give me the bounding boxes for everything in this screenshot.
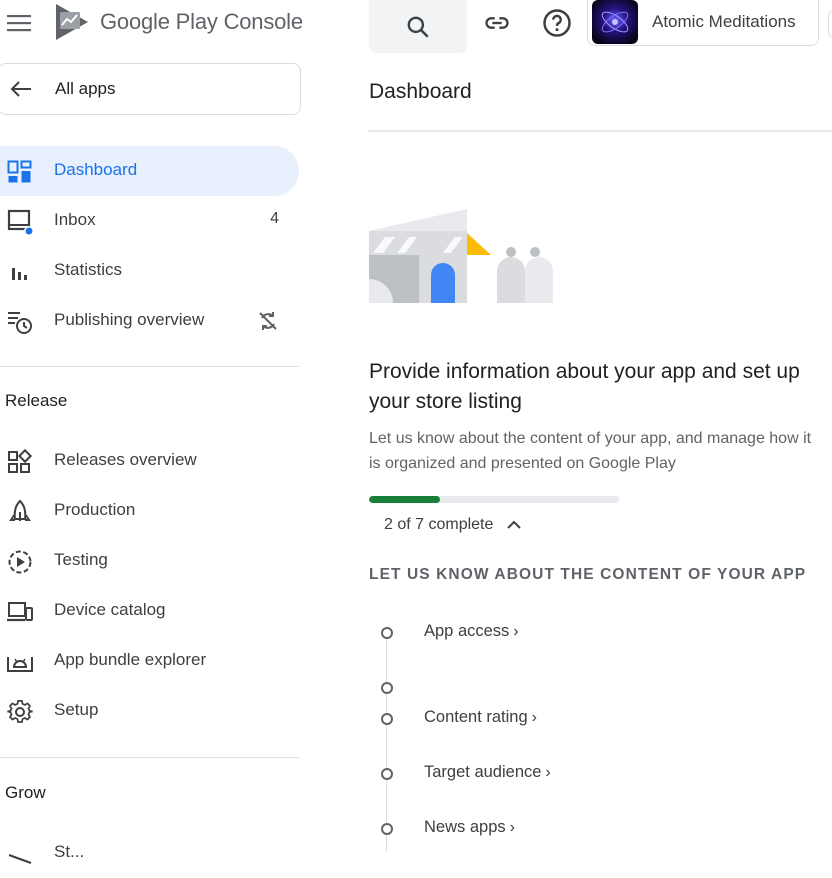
task-section-caption: LET US KNOW ABOUT THE CONTENT OF YOUR AP… [369,566,807,583]
arrow-back-icon [10,81,31,97]
sidebar-item-store-presence[interactable]: St... [0,828,299,878]
link-icon [485,17,509,29]
sidebar-item-label: Inbox [54,210,96,229]
sidebar-item-testing[interactable]: Testing [0,536,299,586]
sidebar-item-label: Testing [54,550,108,569]
sidebar-item-statistics[interactable]: Statistics [0,246,299,296]
search-icon [407,16,429,38]
progress-toggle[interactable]: 2 of 7 complete [384,516,523,534]
releases-overview-icon [6,448,34,476]
setup-progress-bar [369,496,619,503]
sidebar-item-app-bundle-explorer[interactable]: App bundle explorer [0,636,299,686]
step-status-dot [381,713,393,725]
gear-icon [6,698,34,726]
chevron-right-icon: › [531,708,537,726]
sync-disabled-icon[interactable] [256,309,280,333]
account-button[interactable] [828,10,832,38]
app-icon-image [592,0,638,44]
android-bundle-icon [6,648,34,676]
sidebar-item-production[interactable]: Production [0,486,299,536]
sidebar-item-label: Setup [54,700,99,719]
brand-name: Google Play Console [100,9,303,34]
search-button[interactable] [369,0,467,53]
copy-link-button[interactable] [482,8,512,38]
header-shadow-divider [368,130,832,133]
sidebar-item-dashboard[interactable]: Dashboard [0,146,299,196]
sidebar-item-inbox[interactable]: Inbox 4 [0,196,299,246]
rocket-icon [6,498,34,526]
sidebar-item-label: St... [54,842,85,861]
setup-headline: Provide information about your app and s… [369,360,800,413]
store-icon [6,840,34,868]
sidebar-item-publishing-overview[interactable]: Publishing overview [0,296,299,346]
sidebar-item-label: Dashboard [54,160,138,179]
inbox-count-badge: 4 [270,210,279,227]
main-menu-button[interactable] [6,11,32,35]
publishing-schedule-icon [6,308,34,336]
task-link-app-access[interactable]: App access › [424,622,519,641]
brand-logo-link[interactable]: Google Play Console [54,3,303,41]
step-status-dot [381,682,393,694]
sidebar-item-label: Statistics [54,260,123,279]
chevron-right-icon: › [509,818,515,836]
section-title-release: Release [5,391,68,410]
sidebar-item-device-catalog[interactable]: Device catalog [0,586,299,636]
hamburger-menu-icon [7,15,31,32]
store-listing-illustration [369,209,553,303]
sidebar-item-label: Publishing overview [54,310,205,329]
testing-play-icon [6,548,34,576]
section-title-grow: Grow [5,783,46,802]
sidebar-item-label: Releases overview [54,450,197,469]
sidebar-item-releases-overview[interactable]: Releases overview [0,436,299,486]
step-status-dot [381,823,393,835]
sidebar-item-label: Device catalog [54,600,166,619]
sidebar-item-setup[interactable]: Setup [0,686,299,736]
help-icon [543,9,571,37]
app-icon [592,0,638,44]
setup-description: Let us know about the content of your ap… [369,430,812,472]
app-selector[interactable]: Atomic Meditations [587,0,819,46]
chevron-up-icon [507,520,522,529]
progress-label: 2 of 7 complete [384,516,494,533]
step-status-dot [381,768,393,780]
app-name: Atomic Meditations [652,12,796,31]
all-apps-button[interactable]: All apps [0,63,301,115]
play-console-logo-icon [56,4,88,40]
progress-fill [369,496,441,503]
inbox-icon [6,208,34,236]
sidebar-divider [0,757,299,758]
help-button[interactable] [541,7,573,39]
sidebar-item-label: Production [54,500,136,519]
step-status-dot [381,627,393,639]
sidebar-divider [0,366,299,367]
all-apps-label: All apps [55,79,116,98]
chevron-right-icon: › [545,763,551,781]
task-timeline-line [386,632,387,852]
sidebar-item-label: App bundle explorer [54,650,207,669]
page-title: Dashboard [369,80,472,103]
bar-chart-icon [6,258,34,286]
task-link-news-apps[interactable]: News apps › [424,818,515,837]
task-link-content-rating[interactable]: Content rating › [424,708,537,727]
dashboard-icon [6,158,34,186]
task-link-target-audience[interactable]: Target audience › [424,763,551,782]
devices-icon [6,598,34,626]
chevron-right-icon: › [513,622,519,640]
